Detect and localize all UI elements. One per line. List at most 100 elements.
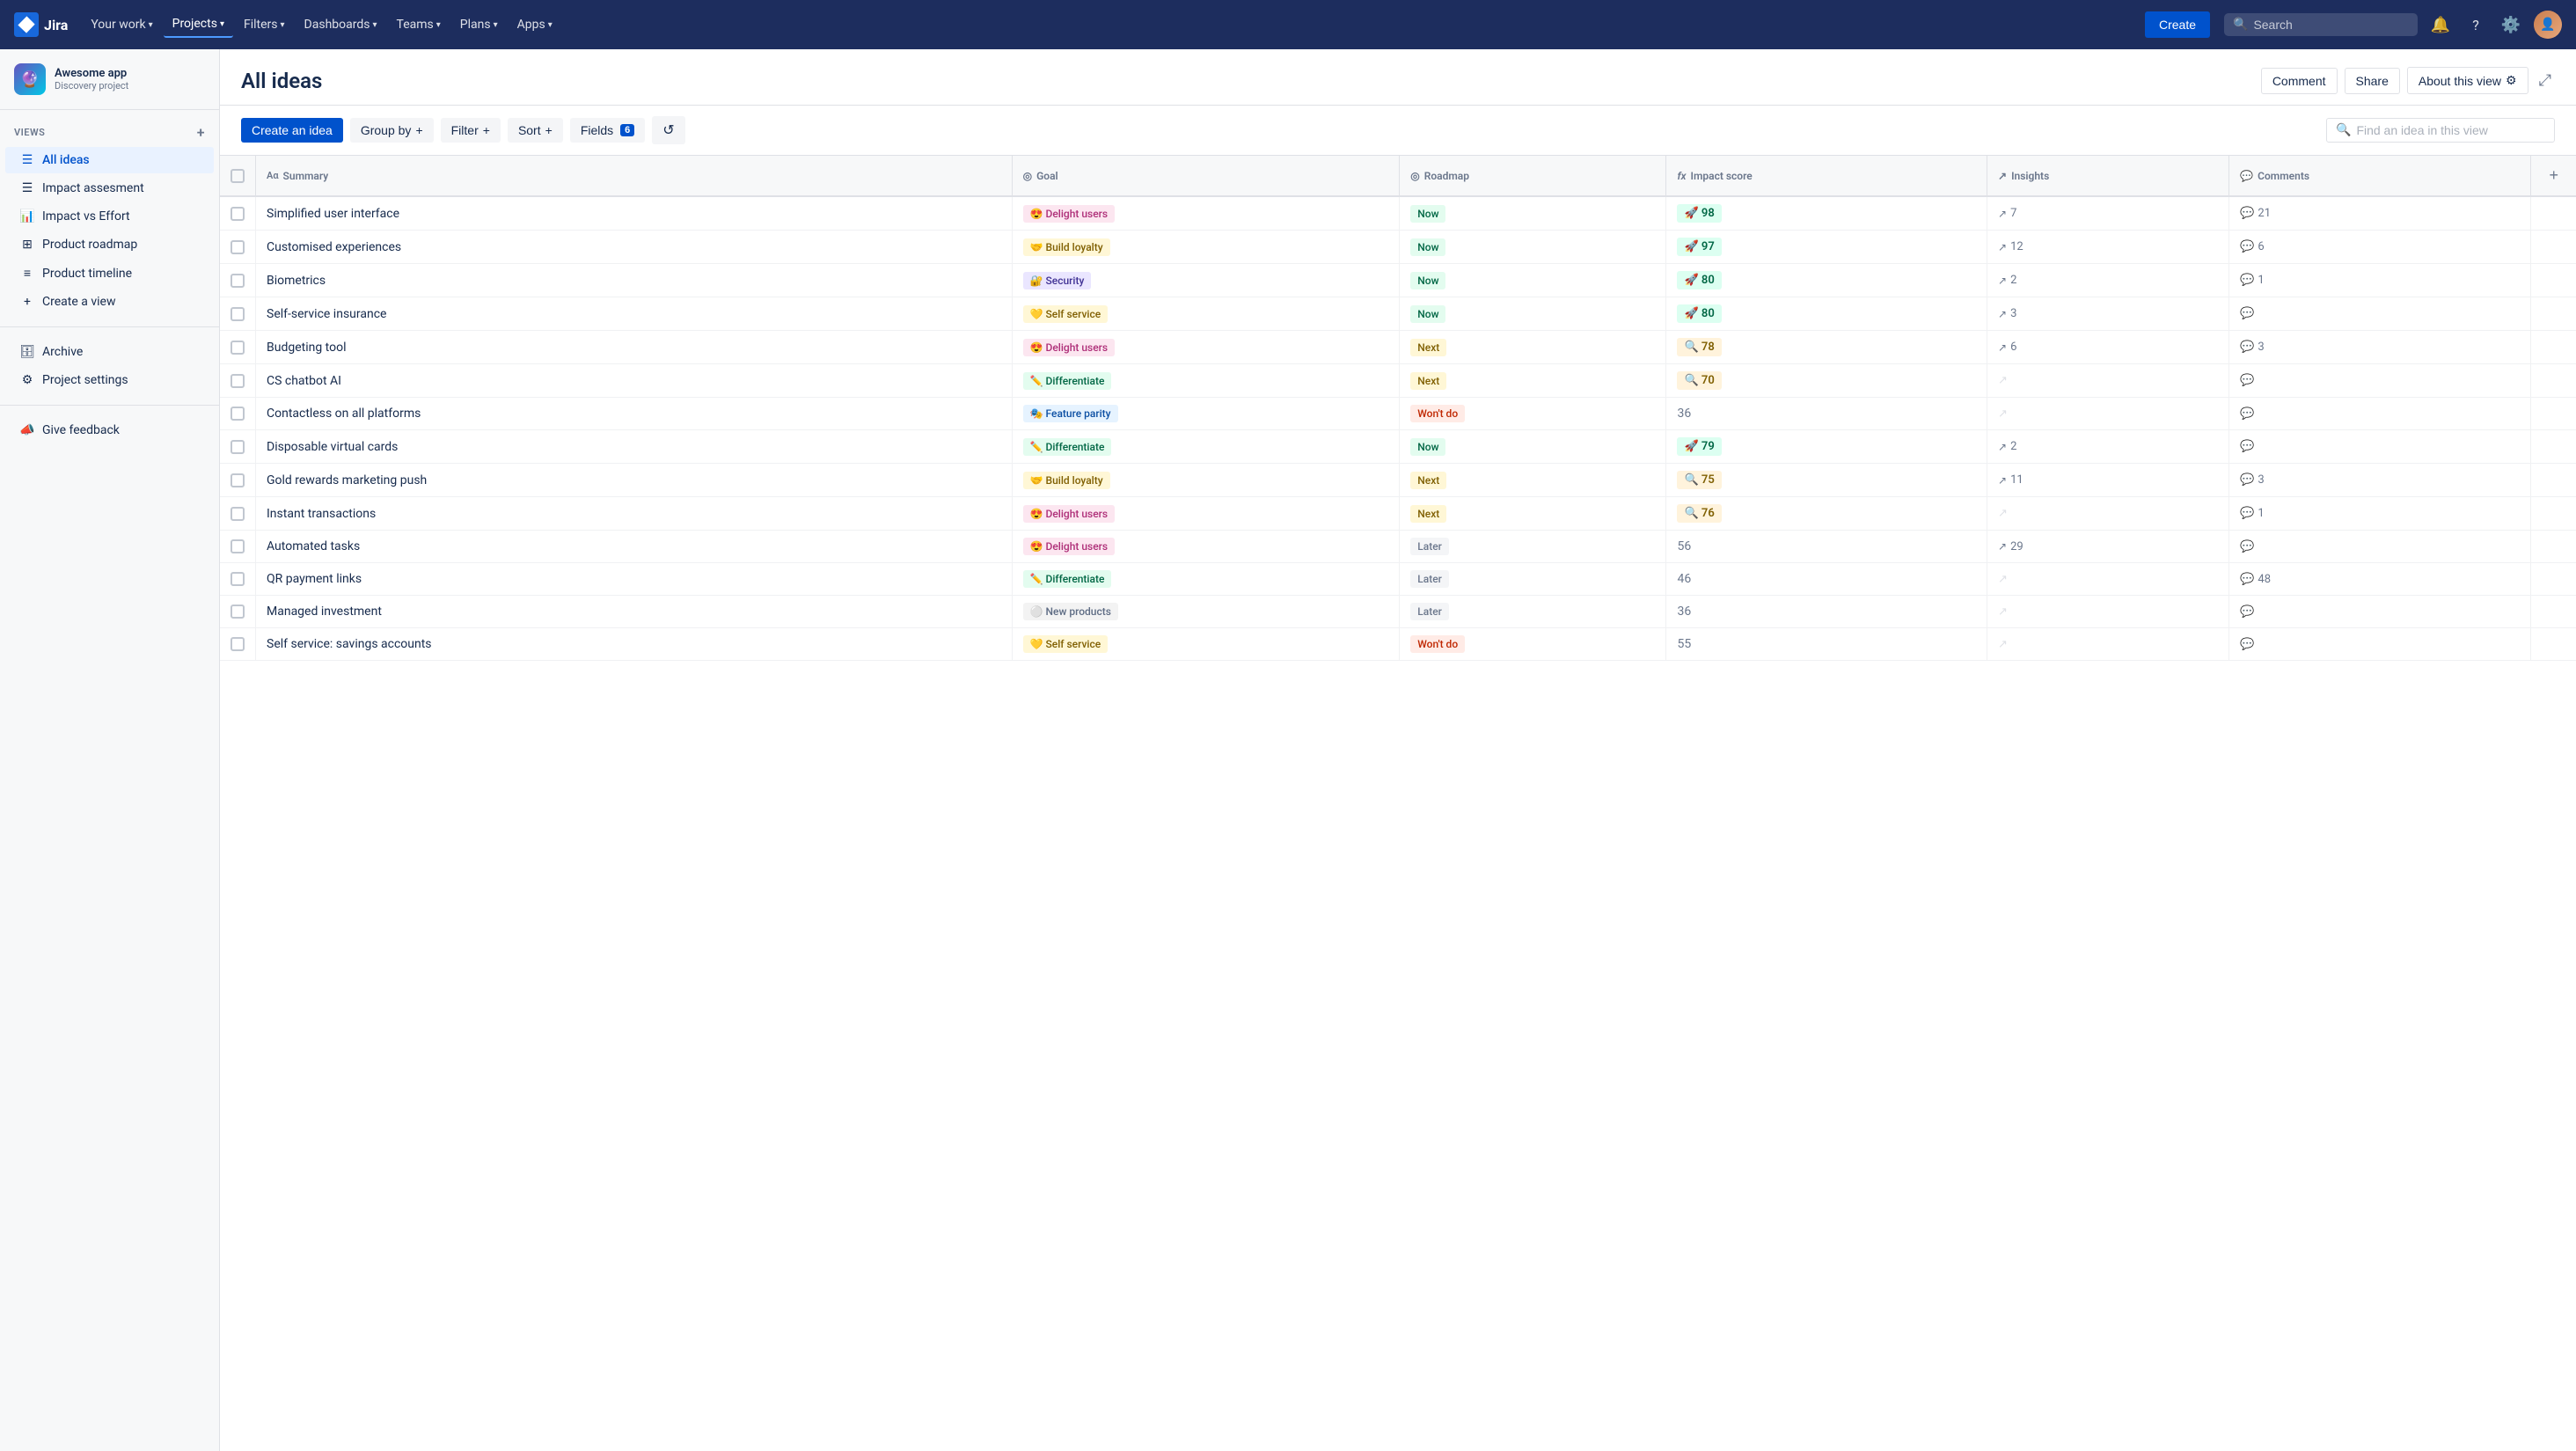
sort-button[interactable]: Sort + (508, 118, 563, 143)
col-summary[interactable]: Aα Summary (256, 156, 1013, 196)
roadmap-tag[interactable]: Now (1410, 272, 1445, 289)
idea-impact-score[interactable]: 🔍 75 (1666, 464, 1987, 497)
row-checkbox[interactable] (231, 374, 245, 388)
idea-roadmap[interactable]: Now (1400, 231, 1666, 264)
idea-roadmap[interactable]: Later (1400, 531, 1666, 563)
idea-goal[interactable]: ✏️ Differentiate (1012, 563, 1400, 596)
roadmap-tag[interactable]: Won't do (1410, 405, 1465, 422)
idea-comments[interactable]: 💬 (2229, 430, 2531, 464)
idea-goal[interactable]: 🤝 Build loyalty (1012, 231, 1400, 264)
idea-goal[interactable]: ⚪ New products (1012, 596, 1400, 628)
goal-tag[interactable]: 💛 Self service (1023, 305, 1109, 323)
idea-roadmap[interactable]: Now (1400, 196, 1666, 231)
idea-impact-score[interactable]: 🚀 80 (1666, 297, 1987, 331)
sidebar-item-give-feedback[interactable]: 📣 Give feedback (5, 417, 214, 443)
create-idea-button[interactable]: Create an idea (241, 118, 343, 143)
goal-tag[interactable]: 😍 Delight users (1023, 205, 1115, 223)
idea-goal[interactable]: 🎭 Feature parity (1012, 398, 1400, 430)
idea-summary[interactable]: Managed investment (256, 596, 1013, 628)
idea-summary[interactable]: Self service: savings accounts (256, 628, 1013, 661)
idea-comments[interactable]: 💬 1 (2229, 264, 2531, 297)
row-checkbox[interactable] (231, 207, 245, 221)
idea-summary[interactable]: Self-service insurance (256, 297, 1013, 331)
idea-insights[interactable]: ↗ 3 (1987, 297, 2229, 331)
col-insights[interactable]: ↗ Insights (1987, 156, 2229, 196)
roadmap-tag[interactable]: Next (1410, 472, 1446, 489)
idea-goal[interactable]: ✏️ Differentiate (1012, 364, 1400, 398)
idea-impact-score[interactable]: 🚀 79 (1666, 430, 1987, 464)
idea-summary[interactable]: Instant transactions (256, 497, 1013, 531)
idea-impact-score[interactable]: 🚀 97 (1666, 231, 1987, 264)
row-checkbox[interactable] (231, 507, 245, 521)
idea-goal[interactable]: 😍 Delight users (1012, 531, 1400, 563)
col-comments[interactable]: 💬 Comments (2229, 156, 2531, 196)
goal-tag[interactable]: 🤝 Build loyalty (1023, 238, 1110, 256)
idea-insights[interactable]: ↗ 6 (1987, 331, 2229, 364)
idea-comments[interactable]: 💬 (2229, 364, 2531, 398)
idea-insights[interactable]: ↗ 29 (1987, 531, 2229, 563)
create-button[interactable]: Create (2145, 11, 2210, 38)
idea-insights[interactable]: ↗ 2 (1987, 430, 2229, 464)
col-impact-score[interactable]: fx Impact score (1666, 156, 1987, 196)
goal-tag[interactable]: 💛 Self service (1023, 635, 1109, 653)
goal-tag[interactable]: 🎭 Feature parity (1023, 405, 1118, 422)
help-icon[interactable]: ? (2463, 12, 2488, 37)
goal-tag[interactable]: 😍 Delight users (1023, 505, 1115, 523)
idea-impact-score[interactable]: 🚀 98 (1666, 196, 1987, 231)
nav-dashboards[interactable]: Dashboards ▾ (296, 12, 386, 37)
idea-roadmap[interactable]: Now (1400, 297, 1666, 331)
row-checkbox[interactable] (231, 539, 245, 553)
refresh-button[interactable]: ↺ (652, 116, 684, 144)
avatar[interactable]: 👤 (2534, 11, 2562, 39)
idea-insights[interactable]: ↗ (1987, 497, 2229, 531)
idea-insights[interactable]: ↗ 7 (1987, 196, 2229, 231)
search-input[interactable] (2253, 18, 2409, 32)
row-checkbox[interactable] (231, 605, 245, 619)
goal-tag[interactable]: ✏️ Differentiate (1023, 372, 1112, 390)
nav-teams[interactable]: Teams ▾ (388, 12, 450, 37)
idea-goal[interactable]: 💛 Self service (1012, 628, 1400, 661)
idea-summary[interactable]: Budgeting tool (256, 331, 1013, 364)
idea-goal[interactable]: 💛 Self service (1012, 297, 1400, 331)
row-checkbox[interactable] (231, 473, 245, 487)
idea-summary[interactable]: QR payment links (256, 563, 1013, 596)
notifications-icon[interactable]: 🔔 (2428, 12, 2453, 37)
settings-icon[interactable]: ⚙️ (2499, 12, 2523, 37)
nav-filters[interactable]: Filters ▾ (235, 12, 294, 37)
sidebar-item-archive[interactable]: 🗄 Archive (5, 339, 214, 365)
idea-insights[interactable]: ↗ (1987, 364, 2229, 398)
search-box[interactable]: 🔍 (2224, 13, 2418, 36)
row-checkbox[interactable] (231, 307, 245, 321)
project-header[interactable]: 🔮 Awesome app Discovery project (0, 49, 219, 110)
row-checkbox[interactable] (231, 407, 245, 421)
roadmap-tag[interactable]: Now (1410, 205, 1445, 223)
goal-tag[interactable]: ✏️ Differentiate (1023, 438, 1112, 456)
idea-goal[interactable]: 😍 Delight users (1012, 196, 1400, 231)
idea-roadmap[interactable]: Now (1400, 264, 1666, 297)
idea-comments[interactable]: 💬 3 (2229, 464, 2531, 497)
idea-comments[interactable]: 💬 3 (2229, 331, 2531, 364)
idea-insights[interactable]: ↗ 12 (1987, 231, 2229, 264)
idea-comments[interactable]: 💬 48 (2229, 563, 2531, 596)
idea-roadmap[interactable]: Later (1400, 596, 1666, 628)
idea-insights[interactable]: ↗ (1987, 398, 2229, 430)
roadmap-tag[interactable]: Now (1410, 238, 1445, 256)
idea-goal[interactable]: 🤝 Build loyalty (1012, 464, 1400, 497)
goal-tag[interactable]: ✏️ Differentiate (1023, 570, 1112, 588)
add-view-button[interactable]: + (197, 124, 205, 141)
idea-impact-score[interactable]: 56 (1666, 531, 1987, 563)
idea-insights[interactable]: ↗ (1987, 563, 2229, 596)
idea-impact-score[interactable]: 36 (1666, 596, 1987, 628)
idea-insights[interactable]: ↗ (1987, 596, 2229, 628)
row-checkbox[interactable] (231, 572, 245, 586)
idea-roadmap[interactable]: Next (1400, 464, 1666, 497)
idea-summary[interactable]: Contactless on all platforms (256, 398, 1013, 430)
sidebar-item-project-settings[interactable]: ⚙ Project settings (5, 367, 214, 393)
group-by-button[interactable]: Group by + (350, 118, 434, 143)
idea-impact-score[interactable]: 46 (1666, 563, 1987, 596)
idea-summary[interactable]: Disposable virtual cards (256, 430, 1013, 464)
idea-summary[interactable]: Simplified user interface (256, 196, 1013, 231)
fields-button[interactable]: Fields 6 (570, 118, 645, 143)
about-this-view-button[interactable]: About this view ⚙ (2407, 67, 2528, 94)
row-checkbox[interactable] (231, 440, 245, 454)
